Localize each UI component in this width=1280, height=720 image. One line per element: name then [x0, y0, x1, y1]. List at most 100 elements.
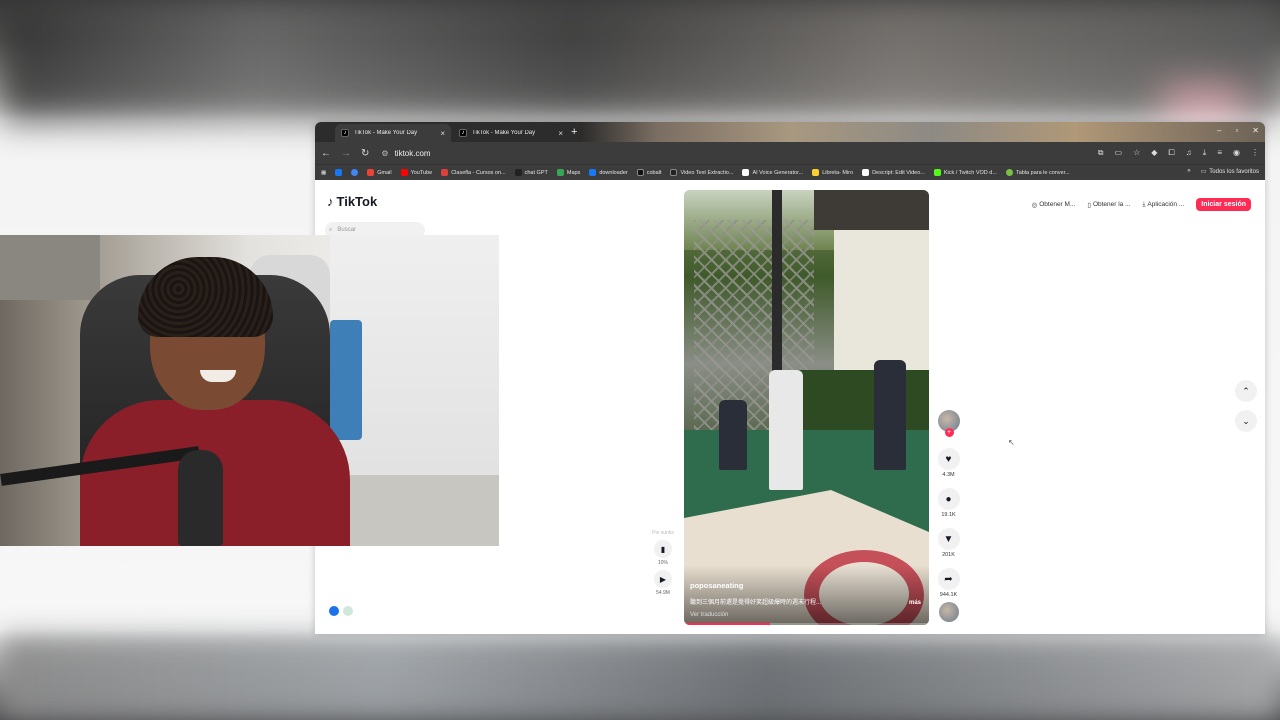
webcam-overlay: [0, 235, 499, 546]
menu-icon[interactable]: ⋮: [1251, 148, 1259, 158]
creator-avatar[interactable]: +: [937, 410, 960, 437]
more-bookmarks-button[interactable]: »: [1187, 168, 1190, 175]
follow-plus-icon[interactable]: +: [944, 428, 954, 437]
facebook-icon: [335, 169, 343, 176]
tab-tiktok-2[interactable]: ♪ TikTok - Make Your Day ×: [453, 124, 569, 142]
share-action[interactable]: ➦ 944.1K: [937, 568, 960, 598]
see-translation-link[interactable]: Ver traducción: [690, 612, 728, 618]
next-video-button[interactable]: ⌄: [1235, 410, 1257, 432]
save-action[interactable]: ▼ 201K: [937, 528, 960, 558]
speed-value: 10%: [657, 560, 668, 566]
chatgpt-icon: [514, 169, 522, 176]
bookmark-chatgpt[interactable]: chat GPT: [514, 169, 548, 176]
extensions-puzzle-icon[interactable]: ⧠: [1168, 148, 1174, 158]
video-progress-fill: [684, 623, 770, 625]
video-author[interactable]: poposaneating: [690, 581, 743, 590]
close-tab-icon[interactable]: ×: [440, 129, 445, 138]
extension-icon[interactable]: ◆: [1151, 148, 1157, 158]
youtube-icon: [400, 169, 408, 176]
tabla-icon: [1005, 169, 1013, 176]
cast-icon[interactable]: ▭: [1115, 148, 1123, 158]
bookmark-cobalt[interactable]: cobalt: [636, 169, 661, 176]
header-actions: ◎ Obtener M... ▯ Obtener la ... ⤓ Aplicació…: [1032, 198, 1251, 211]
login-button[interactable]: Iniciar sesión: [1196, 198, 1251, 211]
desktop-app-button[interactable]: ⤓ Aplicación ...: [1143, 201, 1185, 209]
reload-icon[interactable]: ↻: [361, 148, 369, 159]
tiktok-favicon-icon: ♪: [459, 129, 467, 137]
downloader-icon: [589, 169, 597, 176]
video-progress-bar[interactable]: [684, 623, 929, 625]
get-coins-button[interactable]: ◎ Obtener M...: [1032, 201, 1076, 209]
save-count: 201K: [942, 552, 955, 558]
tab-title: TikTok - Make Your Day: [354, 130, 418, 136]
bookmark-video-text[interactable]: Video Text Extractio...: [670, 169, 733, 176]
download-icon[interactable]: ⤓: [1203, 148, 1207, 158]
close-window-button[interactable]: ✕: [1252, 126, 1259, 135]
profile-icon[interactable]: ◉: [1233, 148, 1240, 158]
bookmark-downloader[interactable]: downloader: [589, 169, 628, 176]
tab-tiktok-1[interactable]: ♪ TikTok - Make Your Day ×: [335, 124, 451, 142]
share-icon: ➦: [937, 568, 960, 590]
get-app-button[interactable]: ▯ Obtener la ...: [1087, 201, 1130, 209]
comment-action[interactable]: ● 19.1K: [937, 488, 960, 518]
media-icon[interactable]: ♫: [1186, 148, 1192, 158]
back-icon[interactable]: ←: [321, 148, 331, 159]
phone-icon: ▯: [1087, 201, 1091, 209]
views-count: 54.9M: [656, 590, 670, 596]
background-blur-top: [0, 0, 1280, 120]
all-bookmarks-button[interactable]: ▭ Todos los favoritos: [1201, 168, 1259, 176]
video-player[interactable]: poposaneating 聽到三個月前還是覺得好笑超級爆時的週末行程... m…: [684, 190, 929, 625]
gmail-icon: [367, 169, 375, 176]
translate-icon[interactable]: ⧉: [1098, 148, 1104, 158]
bookmark-youtube[interactable]: YouTube: [400, 169, 432, 176]
bookmark-ai-voice[interactable]: AI Voice Generator...: [742, 169, 803, 176]
toolbar-actions: ⧉ ▭ ☆ ◆ ⧠ ♫ ⤓ ≡ ◉ ⋮: [1098, 148, 1259, 158]
bookmark-chrome[interactable]: [351, 169, 359, 176]
site-info-icon[interactable]: ⚙: [381, 149, 388, 158]
bookmark-descript[interactable]: Descript: Edit Video...: [862, 169, 925, 176]
video-description: 聽到三個月前還是覺得好笑超級爆時的週末行程...: [690, 600, 822, 606]
maximize-button[interactable]: ▫: [1235, 126, 1238, 135]
bookmark-star-icon[interactable]: ☆: [1133, 148, 1140, 158]
bookmark-facebook[interactable]: [335, 169, 343, 176]
bookmark-maps[interactable]: Maps: [556, 169, 580, 176]
bookmark-kick[interactable]: Kick / Twitch VOD d...: [933, 169, 997, 176]
bookmark-miro[interactable]: Libreta- Miro: [812, 169, 853, 176]
like-count: 4.3M: [942, 472, 955, 478]
play-button[interactable]: ▶: [654, 570, 672, 588]
tiktok-logo[interactable]: ♪ TikTok: [327, 194, 377, 209]
bookmark-clasefla[interactable]: Clasefla - Cursos on...: [441, 169, 506, 176]
maps-icon: [556, 169, 564, 176]
bookmark-gmail[interactable]: Gmail: [367, 169, 392, 176]
new-tab-button[interactable]: +: [571, 126, 577, 138]
more-button[interactable]: más: [909, 600, 921, 606]
stats-button[interactable]: ▮: [654, 540, 672, 558]
tab-title: TikTok - Make Your Day: [472, 130, 536, 136]
previous-video-button[interactable]: ⌃: [1235, 380, 1257, 402]
chevron-down-icon: ⌄: [1242, 415, 1250, 426]
like-action[interactable]: ♥ 4.3M: [937, 448, 960, 478]
apps-grid-icon[interactable]: ▦: [321, 170, 326, 176]
extension-badge-icon[interactable]: [329, 606, 339, 616]
tab-strip: ♪ TikTok - Make Your Day × ♪ TikTok - Ma…: [315, 122, 1265, 142]
video-text-icon: [670, 169, 678, 176]
search-placeholder: Buscar: [337, 227, 357, 233]
address-bar[interactable]: ⚙ tiktok.com: [381, 149, 1087, 158]
comment-icon: ●: [937, 488, 960, 510]
forward-icon[interactable]: →: [341, 148, 351, 159]
logo-text: TikTok: [336, 194, 378, 209]
chevron-up-icon: ⌃: [1242, 385, 1250, 396]
play-icon: ▶: [659, 574, 667, 584]
music-disc-avatar[interactable]: [938, 602, 959, 622]
bottom-left-icons: [329, 606, 353, 616]
status-dot-icon: [343, 606, 353, 616]
miro-icon: [812, 169, 820, 176]
browser-toolbar: ← → ↻ ⚙ tiktok.com ⧉ ▭ ☆ ◆ ⧠ ♫ ⤓ ≡ ◉ ⋮: [315, 142, 1265, 164]
clasefla-icon: [441, 169, 449, 176]
sidebar-icon[interactable]: ≡: [1217, 148, 1222, 158]
bookmark-tabla[interactable]: Tabla para le conver...: [1005, 169, 1070, 176]
video-actions: + ♥ 4.3M ● 19.1K ▼ 201K ➦ 944.1K: [936, 410, 961, 622]
feed-navigation: ⌃ ⌄: [1235, 380, 1257, 432]
close-tab-icon[interactable]: ×: [558, 129, 563, 138]
minimize-button[interactable]: –: [1217, 126, 1221, 135]
